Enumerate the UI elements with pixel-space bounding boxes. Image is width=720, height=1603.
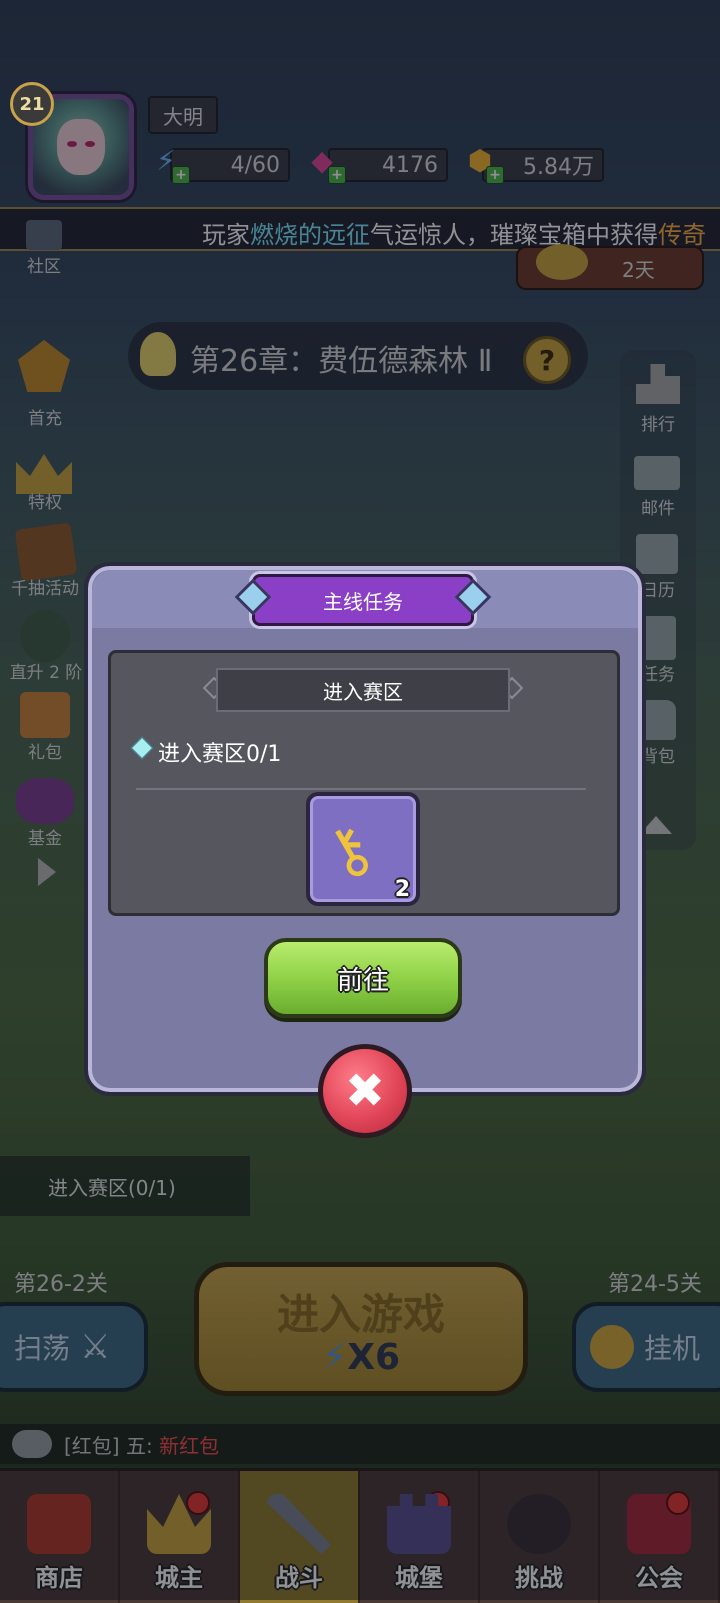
go-button[interactable]: 前往 xyxy=(264,938,462,1018)
reward-count: 2 xyxy=(394,877,410,902)
close-x-icon: ✖ xyxy=(344,1063,386,1119)
quest-divider xyxy=(136,788,586,790)
player-level-badge: 21 xyxy=(10,82,54,126)
golden-key-icon: ⚷ xyxy=(310,807,387,894)
quest-subtitle: 进入赛区 xyxy=(216,668,510,712)
close-dialog-button[interactable]: ✖ xyxy=(318,1044,412,1138)
reward-item-slot[interactable]: ⚷ 2 xyxy=(306,792,420,906)
quest-progress-text: 进入赛区0/1 xyxy=(158,742,282,767)
dialog-title: 主线任务 xyxy=(252,574,474,626)
